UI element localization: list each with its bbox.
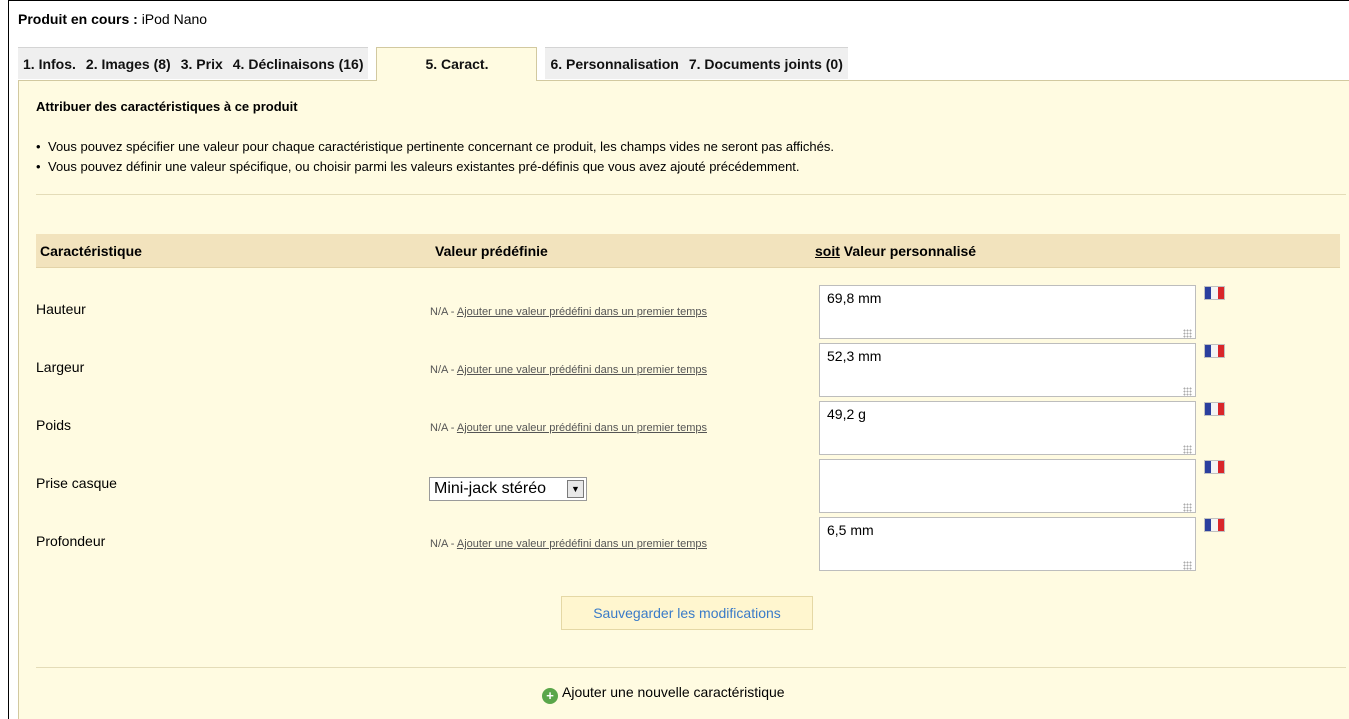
feature-row-largeur: Largeur N/A - Ajouter une valeur prédéfi…: [19, 337, 1349, 397]
current-product: Produit en cours : iPod Nano: [18, 11, 207, 27]
divider: [36, 194, 1346, 195]
france-flag-icon[interactable]: [1204, 460, 1225, 474]
predefined-na: N/A - Ajouter une valeur prédéfini dans …: [430, 538, 707, 550]
resize-grip-icon[interactable]: [1183, 561, 1192, 570]
na-label: N/A -: [430, 306, 455, 318]
help-item: Vous pouvez définir une valeur spécifiqu…: [36, 157, 834, 177]
custom-value-input[interactable]: [819, 401, 1196, 455]
features-panel: Attribuer des caractéristiques à ce prod…: [18, 80, 1349, 719]
predefined-na: N/A - Ajouter une valeur prédéfini dans …: [430, 306, 707, 318]
save-changes-button[interactable]: Sauvegarder les modifications: [561, 596, 813, 630]
chevron-down-icon[interactable]: ▼: [567, 480, 584, 498]
add-feature-link[interactable]: + Ajouter une nouvelle caractéristique: [542, 684, 785, 704]
custom-value-input[interactable]: [819, 459, 1196, 513]
current-product-name: iPod Nano: [141, 11, 208, 27]
tab-documents-joints[interactable]: 7. Documents joints (0): [683, 47, 848, 79]
help-item: Vous pouvez spécifier une valeur pour ch…: [36, 137, 834, 157]
tab-declinaisons[interactable]: 4. Déclinaisons (16): [227, 47, 369, 79]
add-predefined-value-link[interactable]: Ajouter une valeur prédéfini dans un pre…: [457, 364, 707, 376]
current-product-label: Produit en cours :: [18, 11, 138, 27]
feature-row-hauteur: Hauteur N/A - Ajouter une valeur prédéfi…: [19, 279, 1349, 339]
feature-name: Hauteur: [36, 301, 86, 317]
frame-border-left: [8, 0, 9, 719]
tab-images[interactable]: 2. Images (8): [80, 47, 176, 79]
feature-name: Poids: [36, 417, 72, 433]
predefined-na: N/A - Ajouter une valeur prédéfini dans …: [430, 422, 707, 434]
select-value: Mini-jack stéréo: [434, 480, 547, 497]
tab-personnalisation[interactable]: 6. Personnalisation: [545, 47, 684, 79]
feature-name: Prise casque: [36, 475, 117, 491]
france-flag-icon[interactable]: [1204, 402, 1225, 416]
plus-circle-icon[interactable]: +: [542, 688, 558, 704]
custom-value-input[interactable]: [819, 285, 1196, 339]
feature-row-profondeur: Profondeur N/A - Ajouter une valeur préd…: [19, 511, 1349, 571]
na-label: N/A -: [430, 364, 455, 376]
tab-caracteristiques[interactable]: 5. Caract.: [376, 47, 538, 81]
predefined-value-select[interactable]: Mini-jack stéréo ▼: [429, 477, 587, 501]
product-tabs: 1. Infos. 2. Images (8) 3. Prix 4. Décli…: [18, 47, 848, 81]
feature-row-poids: Poids N/A - Ajouter une valeur prédéfini…: [19, 395, 1349, 455]
frame-border-top: [8, 0, 1349, 1]
header-custom-value: soit Valeur personnalisé: [815, 243, 976, 259]
features-table-header: Caractéristique Valeur prédéfinie soit V…: [36, 234, 1340, 268]
header-soit: soit: [815, 243, 840, 259]
header-predefined-value: Valeur prédéfinie: [435, 243, 548, 259]
feature-name: Largeur: [36, 359, 85, 375]
add-predefined-value-link[interactable]: Ajouter une valeur prédéfini dans un pre…: [457, 306, 707, 318]
custom-value-input[interactable]: [819, 343, 1196, 397]
tab-infos[interactable]: 1. Infos.: [18, 47, 81, 79]
tab-prix[interactable]: 3. Prix: [175, 47, 228, 79]
section-title: Attribuer des caractéristiques à ce prod…: [36, 99, 298, 114]
france-flag-icon[interactable]: [1204, 518, 1225, 532]
na-label: N/A -: [430, 538, 455, 550]
france-flag-icon[interactable]: [1204, 286, 1225, 300]
add-predefined-value-link[interactable]: Ajouter une valeur prédéfini dans un pre…: [457, 538, 707, 550]
header-feature: Caractéristique: [40, 243, 142, 259]
add-predefined-value-link[interactable]: Ajouter une valeur prédéfini dans un pre…: [457, 422, 707, 434]
add-feature-label[interactable]: Ajouter une nouvelle caractéristique: [562, 684, 785, 700]
predefined-na: N/A - Ajouter une valeur prédéfini dans …: [430, 364, 707, 376]
na-label: N/A -: [430, 422, 455, 434]
custom-value-input[interactable]: [819, 517, 1196, 571]
feature-name: Profondeur: [36, 533, 106, 549]
france-flag-icon[interactable]: [1204, 344, 1225, 358]
header-custom-value-label: Valeur personnalisé: [843, 243, 977, 259]
divider: [36, 667, 1346, 668]
help-list: Vous pouvez spécifier une valeur pour ch…: [36, 137, 834, 177]
feature-row-prise-casque: Prise casque Mini-jack stéréo ▼: [19, 453, 1349, 513]
